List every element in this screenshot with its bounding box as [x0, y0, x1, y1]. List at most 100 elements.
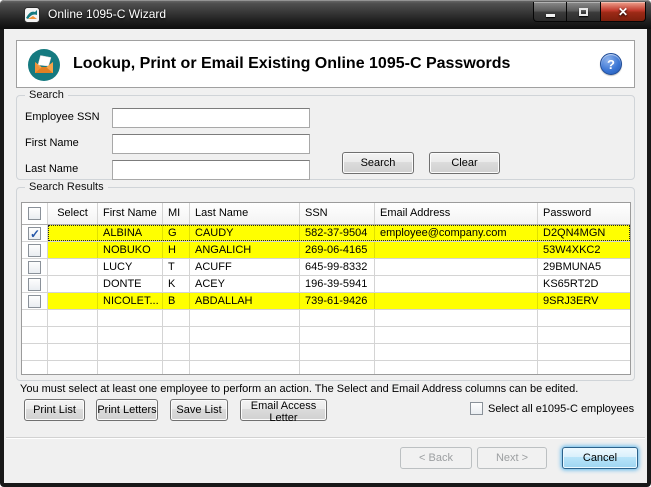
row-cells[interactable]: NICOLET... B ABDALLAH 739-61-9426 9SRJ3E… [48, 293, 630, 309]
row-cells[interactable]: LUCY T ACUFF 645-99-8332 29BMUNA5 [48, 259, 630, 275]
row-select-checkbox[interactable] [28, 261, 41, 274]
cell-password: 9SRJ3ERV [538, 293, 630, 309]
row-select-checkbox[interactable] [28, 278, 41, 291]
row-cells[interactable]: DONTE K ACEY 196-39-5941 KS65RT2D [48, 276, 630, 292]
row-select-checkbox[interactable] [28, 227, 41, 240]
column-header-mi[interactable]: MI [163, 203, 190, 224]
cell-email[interactable] [375, 242, 538, 258]
divider [6, 437, 645, 438]
envelope-icon [27, 48, 61, 82]
column-header-first-name[interactable]: First Name [98, 203, 163, 224]
row-select-checkbox[interactable] [28, 244, 41, 257]
column-header-select[interactable]: Select [48, 203, 98, 224]
save-list-button[interactable]: Save List [170, 399, 228, 421]
next-button: Next > [477, 447, 547, 469]
cell-email[interactable] [375, 276, 538, 292]
cell-last-name: CAUDY [190, 225, 300, 241]
last-name-input[interactable] [112, 160, 310, 180]
print-letters-button[interactable]: Print Letters [96, 399, 158, 421]
cell-mi: G [163, 225, 190, 241]
cell-first-name: NICOLET... [98, 293, 163, 309]
cell-password: D2QN4MGN [538, 225, 630, 241]
cell-ssn: 196-39-5941 [300, 276, 375, 292]
row-cells[interactable]: NOBUKO H ANGALICH 269-06-4165 53W4XKC2 [48, 242, 630, 258]
cell-first-name: NOBUKO [98, 242, 163, 258]
cell-ssn: 582-37-9504 [300, 225, 375, 241]
cell-mi: K [163, 276, 190, 292]
cell-password: 53W4XKC2 [538, 242, 630, 258]
cell-ssn: 739-61-9426 [300, 293, 375, 309]
cell-mi: T [163, 259, 190, 275]
dialog-content: Lookup, Print or Email Existing Online 1… [4, 29, 647, 483]
first-name-label: First Name [25, 137, 79, 149]
window-controls: ✕ [533, 2, 646, 22]
empty-table-row [22, 344, 630, 361]
column-header-password[interactable]: Password [538, 203, 630, 224]
cell-first-name: ALBINA [98, 225, 163, 241]
table-row: LUCY T ACUFF 645-99-8332 29BMUNA5 [22, 259, 630, 276]
app-icon [24, 7, 40, 23]
help-button[interactable]: ? [600, 53, 622, 75]
back-button: < Back [400, 447, 472, 469]
print-list-button[interactable]: Print List [24, 399, 85, 421]
email-access-letter-button[interactable]: Email Access Letter [240, 399, 327, 421]
results-group: Search Results Select First Name MI Last… [16, 187, 635, 381]
page-title: Lookup, Print or Email Existing Online 1… [73, 41, 510, 87]
table-header-row: Select First Name MI Last Name SSN Email… [22, 203, 630, 225]
cell-last-name: ACEY [190, 276, 300, 292]
close-icon: ✕ [618, 3, 628, 21]
wizard-window: Online 1095-C Wizard ✕ Lookup, Print or … [0, 0, 651, 487]
select-all-label: Select all e1095-C employees [488, 403, 634, 415]
minimize-icon [546, 14, 555, 17]
cell-first-name: LUCY [98, 259, 163, 275]
empty-table-row [22, 361, 630, 375]
cell-email[interactable]: employee@company.com [375, 225, 538, 241]
cell-ssn: 269-06-4165 [300, 242, 375, 258]
note-text: You must select at least one employee to… [20, 383, 578, 395]
cell-last-name: ANGALICH [190, 242, 300, 258]
search-button[interactable]: Search [342, 152, 414, 174]
header-panel: Lookup, Print or Email Existing Online 1… [16, 40, 635, 88]
clear-button[interactable]: Clear [429, 152, 500, 174]
row-select-checkbox[interactable] [28, 295, 41, 308]
cell-mi: B [163, 293, 190, 309]
table-row: DONTE K ACEY 196-39-5941 KS65RT2D [22, 276, 630, 293]
cell-mi: H [163, 242, 190, 258]
minimize-button[interactable] [533, 2, 567, 22]
results-table: Select First Name MI Last Name SSN Email… [21, 202, 631, 375]
cell-password: KS65RT2D [538, 276, 630, 292]
cell-email[interactable] [375, 259, 538, 275]
last-name-label: Last Name [25, 163, 78, 175]
select-all-header-checkbox[interactable] [28, 207, 41, 220]
column-header-ssn[interactable]: SSN [300, 203, 375, 224]
select-all-checkbox[interactable]: Select all e1095-C employees [470, 402, 634, 415]
cell-last-name: ACUFF [190, 259, 300, 275]
column-header-email[interactable]: Email Address [375, 203, 538, 224]
cell-last-name: ABDALLAH [190, 293, 300, 309]
search-group-label: Search [25, 89, 68, 101]
cell-password: 29BMUNA5 [538, 259, 630, 275]
cell-email[interactable] [375, 293, 538, 309]
first-name-input[interactable] [112, 134, 310, 154]
search-group: Search Employee SSN First Name Last Name… [16, 95, 635, 180]
employee-ssn-input[interactable] [112, 108, 310, 128]
maximize-button[interactable] [567, 2, 600, 22]
cancel-button[interactable]: Cancel [562, 447, 638, 469]
titlebar[interactable]: Online 1095-C Wizard ✕ [0, 0, 651, 29]
table-row: NICOLET... B ABDALLAH 739-61-9426 9SRJ3E… [22, 293, 630, 310]
results-group-label: Search Results [25, 181, 108, 193]
maximize-icon [579, 8, 588, 16]
help-icon: ? [607, 57, 615, 72]
empty-table-row [22, 327, 630, 344]
empty-table-row [22, 310, 630, 327]
column-header-last-name[interactable]: Last Name [190, 203, 300, 224]
table-row: ALBINA G CAUDY 582-37-9504 employee@comp… [22, 225, 630, 242]
employee-ssn-label: Employee SSN [25, 111, 100, 123]
window-title: Online 1095-C Wizard [48, 7, 166, 21]
checkbox-icon[interactable] [470, 402, 483, 415]
table-row: NOBUKO H ANGALICH 269-06-4165 53W4XKC2 [22, 242, 630, 259]
row-cells[interactable]: ALBINA G CAUDY 582-37-9504 employee@comp… [48, 225, 630, 241]
close-button[interactable]: ✕ [600, 2, 646, 22]
cell-first-name: DONTE [98, 276, 163, 292]
cell-ssn: 645-99-8332 [300, 259, 375, 275]
